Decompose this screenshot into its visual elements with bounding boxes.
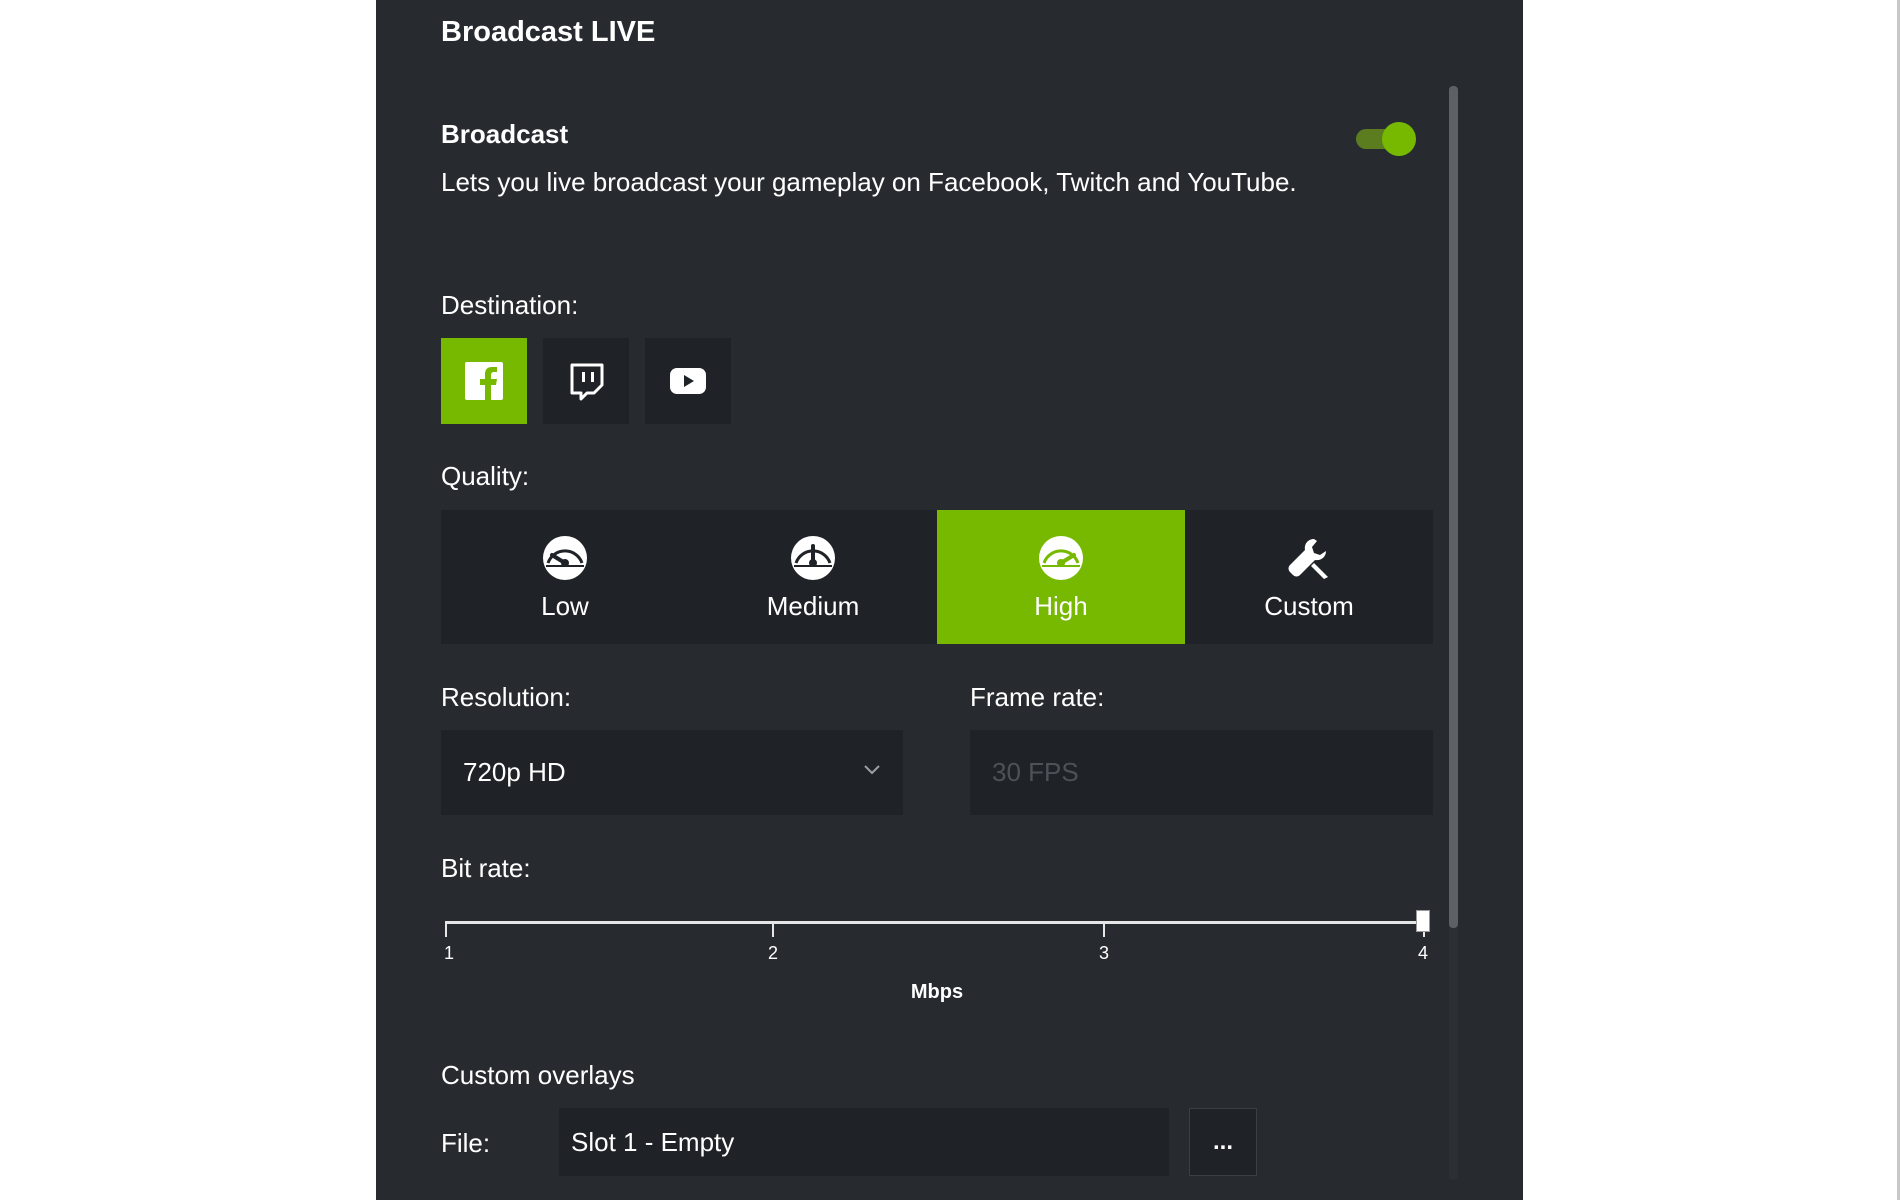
quality-high-label: High	[1034, 590, 1088, 621]
quality-high-button[interactable]: High	[937, 510, 1185, 644]
chevron-down-icon	[864, 765, 880, 775]
scrollbar[interactable]	[1449, 86, 1458, 1180]
frame-rate-field: 30 FPS	[970, 730, 1433, 815]
overlay-file-field[interactable]: Slot 1 - Empty	[559, 1108, 1169, 1176]
custom-overlays-heading: Custom overlays	[441, 1060, 635, 1090]
quality-low-label: Low	[541, 590, 589, 621]
slider-tick	[445, 921, 447, 937]
bit-rate-unit: Mbps	[910, 981, 964, 1003]
browse-button[interactable]: ...	[1189, 1108, 1257, 1176]
wrench-icon	[1288, 538, 1328, 579]
quality-custom-label: Custom	[1264, 590, 1354, 621]
panel-title: Broadcast LIVE	[441, 16, 656, 48]
tick-label: 2	[767, 943, 778, 963]
slider-thumb[interactable]	[1416, 910, 1430, 932]
destination-twitch-button[interactable]	[543, 338, 629, 424]
frame-rate-value: 30 FPS	[992, 757, 1079, 787]
slider-tick	[1103, 921, 1105, 937]
gauge-low-icon	[543, 535, 587, 580]
broadcast-toggle[interactable]	[1354, 122, 1416, 156]
gauge-medium-icon	[791, 535, 835, 580]
resolution-select[interactable]: 720p HD	[441, 730, 903, 815]
file-label: File:	[441, 1128, 491, 1158]
quality-selector: Low Medium High Custom	[441, 510, 1433, 644]
youtube-icon	[670, 368, 706, 394]
tick-label: 4	[1417, 943, 1428, 963]
broadcast-live-panel: Broadcast LIVE Broadcast Lets you live b…	[376, 0, 1523, 1200]
frame-rate-label: Frame rate:	[970, 682, 1105, 712]
twitch-icon	[570, 363, 604, 401]
broadcast-description: Lets you live broadcast your gameplay on…	[441, 167, 1297, 197]
quality-low-button[interactable]: Low	[441, 510, 689, 644]
destination-facebook-button[interactable]	[441, 338, 527, 424]
destination-youtube-button[interactable]	[645, 338, 731, 424]
broadcast-heading: Broadcast	[441, 119, 569, 149]
facebook-icon	[465, 362, 503, 400]
bit-rate-label: Bit rate:	[441, 853, 531, 883]
tick-label: 1	[443, 943, 454, 963]
toggle-knob	[1382, 122, 1416, 156]
quality-medium-button[interactable]: Medium	[689, 510, 937, 644]
overlay-file-value: Slot 1 - Empty	[571, 1126, 735, 1157]
resolution-label: Resolution:	[441, 682, 572, 712]
scrollbar-thumb[interactable]	[1449, 86, 1458, 928]
slider-tick	[772, 921, 774, 937]
bit-rate-slider[interactable]: 1 2 3 4 Mbps	[441, 905, 1433, 1005]
quality-medium-label: Medium	[766, 590, 860, 621]
slider-track	[445, 921, 1425, 924]
quality-label: Quality:	[441, 461, 530, 491]
resolution-value: 720p HD	[463, 757, 566, 787]
tick-label: 3	[1098, 943, 1109, 963]
gauge-high-icon	[1039, 535, 1083, 580]
destination-label: Destination:	[441, 290, 579, 320]
quality-custom-button[interactable]: Custom	[1185, 510, 1433, 644]
